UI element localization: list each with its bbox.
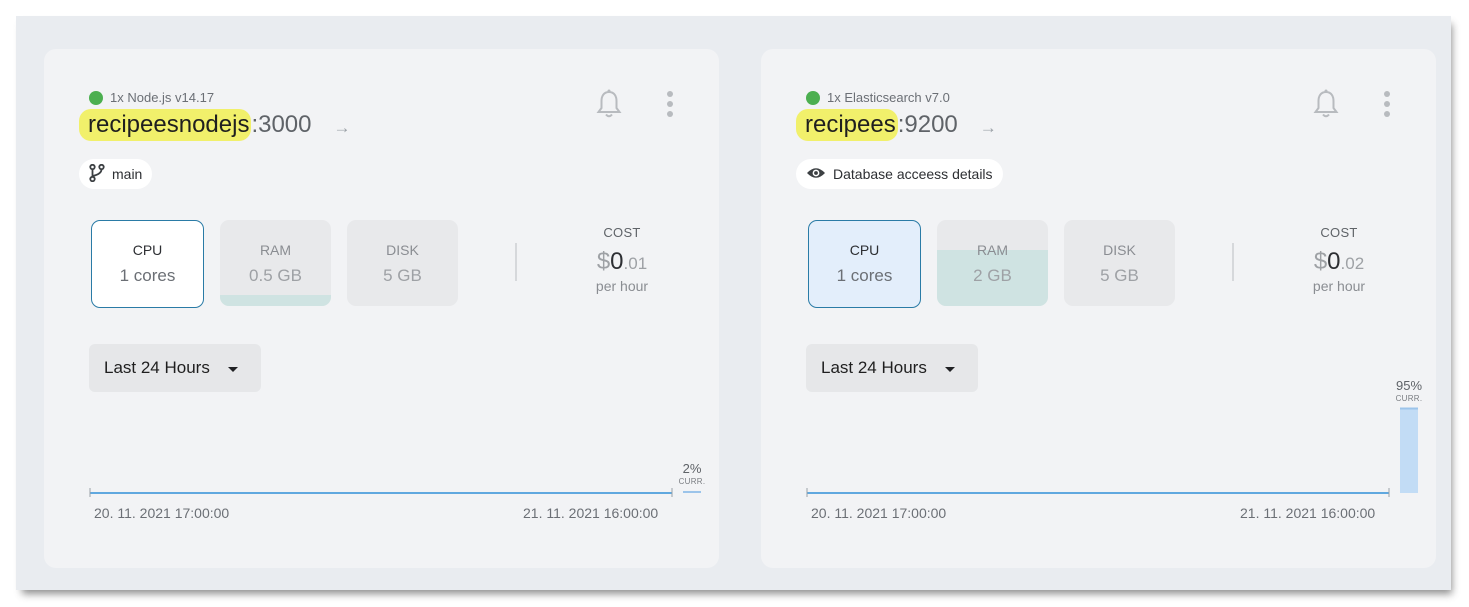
service-status-text: 1x Node.js v14.17: [110, 90, 215, 105]
cost-integer: 0: [1327, 248, 1341, 275]
metric-label: CPU: [849, 242, 880, 258]
usage-chart: 95% CURR. 20. 11. 2021 17:00:00 21. 11. …: [806, 377, 1426, 549]
branch-icon: [89, 163, 112, 185]
metric-disk[interactable]: DISK 5 GB: [347, 220, 458, 306]
cost-block: COST $0.02 per hour: [1279, 225, 1399, 294]
service-title: recipeesnodejs:3000 →: [79, 109, 351, 141]
status-dot-icon: [806, 90, 820, 105]
open-arrow-icon[interactable]: →: [980, 118, 997, 138]
service-name[interactable]: recipeesnodejs: [79, 109, 252, 141]
service-status: 1x Elasticsearch v7.0: [806, 90, 950, 105]
metric-cpu[interactable]: CPU 1 cores: [808, 220, 921, 308]
current-bar-top: [1400, 407, 1418, 410]
metric-ram[interactable]: RAM 2 GB: [937, 220, 1048, 306]
cost-decimal: .02: [1340, 254, 1365, 273]
metric-ram[interactable]: RAM 0.5 GB: [220, 220, 331, 306]
metric-value: 0.5 GB: [249, 266, 302, 285]
cost-unit: per hour: [1312, 278, 1366, 294]
current-value: 95%: [1395, 377, 1423, 393]
metric-label: DISK: [1103, 242, 1136, 258]
x-axis-end-label: 21. 11. 2021 16:00:00: [523, 505, 659, 521]
service-status: 1x Node.js v14.17: [89, 90, 214, 105]
services-panel: 1x Node.js v14.17 recipeesnodejs:3000 → …: [16, 16, 1451, 590]
more-vert-icon[interactable]: [655, 87, 685, 121]
x-axis-start-label: 20. 11. 2021 17:00:00: [811, 505, 947, 521]
metric-value: 2 GB: [973, 266, 1012, 285]
time-range-label: Last 24 Hours: [821, 358, 927, 377]
service-title: recipees:9200 →: [796, 109, 997, 141]
current-bar: [1400, 407, 1418, 493]
database-access-label: Database acceess details: [833, 166, 993, 182]
service-port: :9200: [897, 111, 958, 138]
divider: [515, 243, 517, 281]
metric-label: CPU: [132, 242, 163, 258]
service-card-elasticsearch[interactable]: 1x Elasticsearch v7.0 recipees:9200 → Da…: [761, 49, 1436, 568]
x-axis-end-label: 21. 11. 2021 16:00:00: [1240, 505, 1376, 521]
metric-value: 5 GB: [1100, 266, 1139, 285]
chart-svg: [89, 488, 701, 497]
metric-value: 1 cores: [836, 266, 893, 285]
metric-fill: [220, 294, 331, 306]
more-vert-icon[interactable]: [1372, 87, 1402, 121]
service-card-nodejs[interactable]: 1x Node.js v14.17 recipeesnodejs:3000 → …: [44, 49, 719, 568]
database-access-chip[interactable]: Database acceess details: [796, 159, 1003, 189]
eye-icon: [806, 166, 833, 183]
bell-icon[interactable]: [594, 87, 624, 121]
cost-integer: 0: [610, 248, 624, 275]
cost-decimal: .01: [623, 254, 648, 273]
caret-down-icon: [944, 366, 955, 372]
caret-down-icon: [227, 366, 238, 372]
service-status-text: 1x Elasticsearch v7.0: [827, 90, 950, 105]
current-value: 2%: [682, 461, 702, 476]
current-tag: CURR.: [1395, 393, 1423, 403]
open-arrow-icon[interactable]: →: [334, 118, 351, 138]
cost-unit: per hour: [595, 278, 649, 294]
divider: [1232, 243, 1234, 281]
time-range-label: Last 24 Hours: [104, 358, 210, 377]
cost-block: COST $0.01 per hour: [562, 225, 682, 294]
metric-value: 1 cores: [119, 266, 176, 285]
metric-value: 5 GB: [383, 266, 422, 285]
cost-label: COST: [1320, 225, 1358, 240]
cost-currency: $: [596, 248, 611, 275]
service-name[interactable]: recipees: [796, 109, 898, 141]
current-bar-top: [683, 491, 701, 493]
usage-chart: 2% CURR. 20. 11. 2021 17:00:00 21. 11. 2…: [89, 379, 709, 549]
cost-value: $0.02: [1279, 248, 1399, 276]
service-port: :3000: [251, 111, 312, 138]
cost-value: $0.01: [562, 248, 682, 276]
bell-icon[interactable]: [1311, 87, 1341, 121]
x-axis-start-label: 20. 11. 2021 17:00:00: [94, 505, 230, 521]
metric-disk[interactable]: DISK 5 GB: [1064, 220, 1175, 306]
metric-label: RAM: [976, 242, 1009, 258]
current-tag: CURR.: [678, 477, 706, 486]
status-dot-icon: [89, 90, 103, 105]
branch-label: main: [112, 166, 143, 182]
branch-chip[interactable]: main: [79, 159, 153, 189]
metric-cpu[interactable]: CPU 1 cores: [91, 220, 204, 308]
metric-label: DISK: [386, 242, 419, 258]
cost-currency: $: [1313, 248, 1328, 275]
metric-label: RAM: [259, 242, 292, 258]
cost-label: COST: [603, 225, 641, 240]
chart-svg: [806, 407, 1418, 497]
